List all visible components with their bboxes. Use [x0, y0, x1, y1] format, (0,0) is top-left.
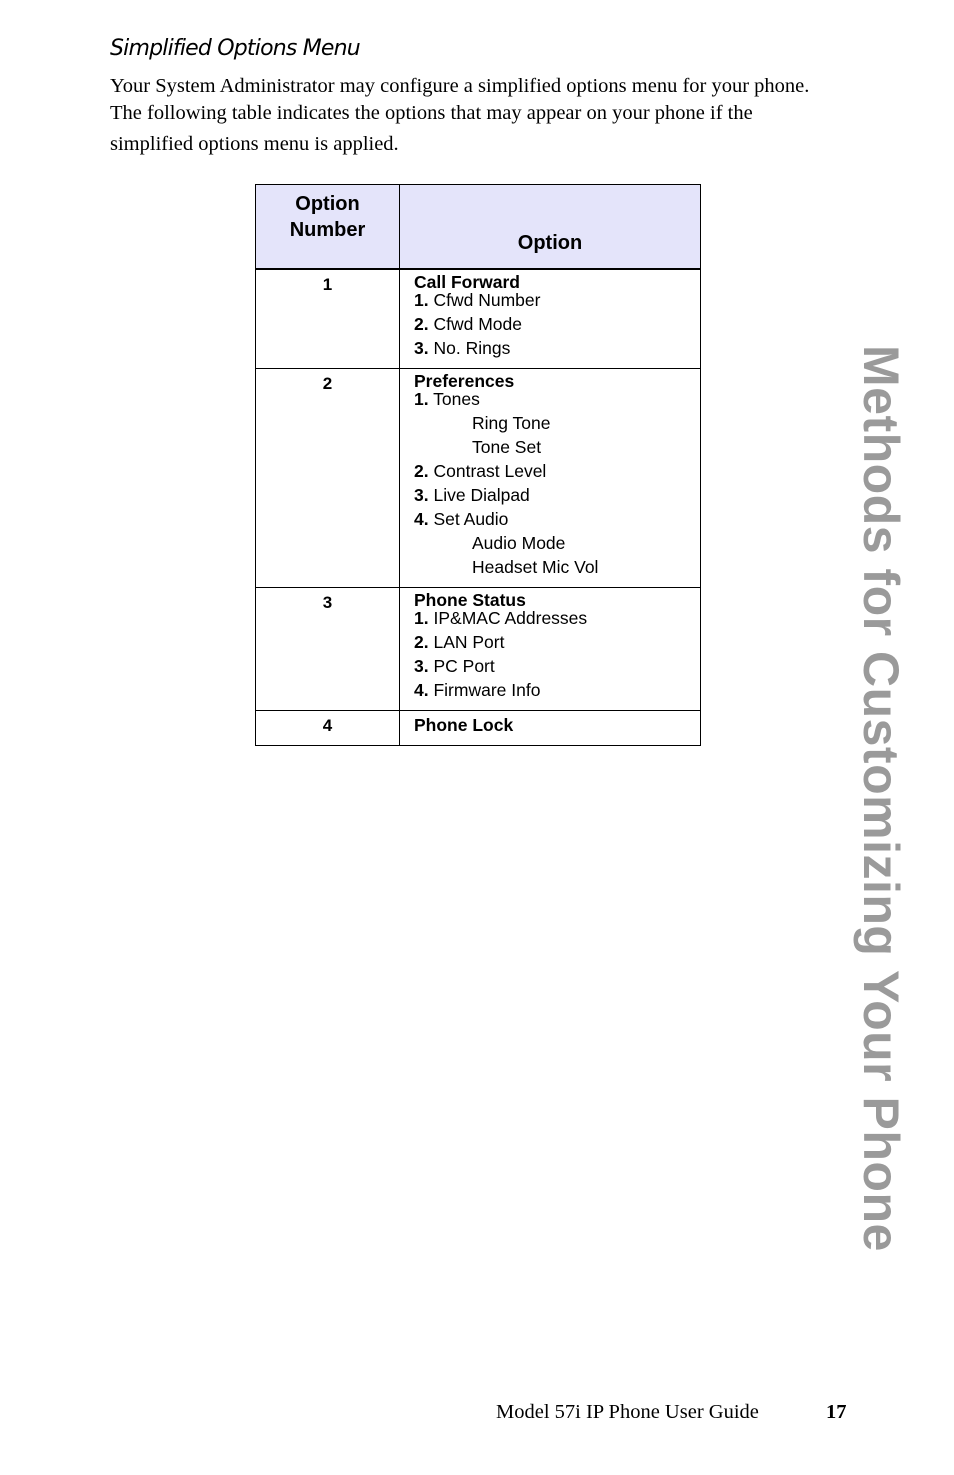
header-option-number: Option Number: [255, 184, 400, 270]
option-number-cell: 2: [255, 368, 400, 588]
option-item-number: 3.: [414, 485, 429, 505]
intro-line-3: simplified options menu is applied.: [110, 133, 399, 155]
side-tab: Methods for Customizing Your Phone: [853, 345, 910, 1355]
option-item-label: Tones: [433, 389, 480, 409]
side-tab-label: Methods for Customizing Your Phone: [853, 345, 909, 1252]
table-row: 3 Phone Status 1. IP&MAC Addresses 2. LAN P…: [255, 587, 701, 711]
option-cell: Phone Status 1. IP&MAC Addresses 2. LAN Po…: [399, 587, 701, 711]
table-header-row: Option Number Option: [255, 184, 701, 270]
option-item: 1. Tones: [414, 390, 686, 408]
option-item-label: IP&MAC Addresses: [433, 608, 588, 628]
table-row: 2 Preferences 1. Tones Ring Tone Tone Set 2. …: [255, 368, 701, 588]
header-option: Option: [399, 184, 701, 270]
option-item-label: Live Dialpad: [433, 485, 530, 505]
intro-line-2: The following table indicates the option…: [110, 102, 753, 124]
option-item-label: Set Audio: [433, 509, 509, 529]
intro-line-1: Your System Administrator may configure …: [110, 75, 810, 97]
option-item-number: 1.: [414, 290, 429, 310]
table-row: 1 Call Forward 1. Cfwd Number 2. Cfwd Mode 3…: [255, 268, 701, 369]
option-item-number: 2.: [414, 632, 429, 652]
option-item-number: 4.: [414, 680, 429, 700]
option-item: 4. Firmware Info: [414, 678, 686, 702]
option-item-label: PC Port: [433, 656, 495, 676]
option-item-number: 3.: [414, 338, 429, 358]
option-subitem: Headset Mic Vol: [472, 557, 599, 577]
option-item: 4. Set Audio: [414, 507, 686, 531]
option-item: 1. IP&MAC Addresses: [414, 609, 686, 627]
option-group-title: Preferences: [414, 371, 515, 391]
option-group-title: Call Forward: [414, 272, 520, 292]
page-number: 17: [826, 1401, 847, 1423]
option-group-title: Phone Status: [414, 590, 526, 610]
table-row: 4 Phone Lock: [255, 710, 701, 746]
option-item: 3. PC Port: [414, 654, 686, 678]
option-item-label: No. Rings: [433, 338, 511, 358]
option-item-number: 4.: [414, 509, 429, 529]
option-number-cell: 4: [255, 710, 400, 746]
option-number-cell: 1: [255, 268, 400, 369]
option-item-number: 2.: [414, 314, 429, 334]
option-item-number: 1.: [414, 608, 429, 628]
option-cell: Preferences 1. Tones Ring Tone Tone Set 2. C…: [399, 368, 701, 588]
option-item: 3. Live Dialpad: [414, 483, 686, 507]
option-item: 2. Cfwd Mode: [414, 312, 686, 336]
options-table: Option Number Option 1 Call Forward 1. Cfw…: [255, 184, 701, 746]
option-item-number: 3.: [414, 656, 429, 676]
option-item: 1. Cfwd Number: [414, 291, 686, 309]
option-item-label: Firmware Info: [433, 680, 541, 700]
option-number-cell: 3: [255, 587, 400, 711]
option-item: 3. No. Rings: [414, 336, 686, 360]
option-item-label: LAN Port: [433, 632, 505, 652]
option-item: 2. LAN Port: [414, 630, 686, 654]
table-body: 1 Call Forward 1. Cfwd Number 2. Cfwd Mode 3…: [255, 268, 701, 746]
option-item-number: 2.: [414, 461, 429, 481]
option-item-number: 1.: [414, 389, 429, 409]
option-subitem: Tone Set: [472, 437, 542, 457]
option-cell: Phone Lock: [399, 710, 701, 746]
section-title: Simplified Options Menu: [110, 36, 361, 61]
option-item-label: Cfwd Mode: [433, 314, 522, 334]
option-item-label: Contrast Level: [433, 461, 547, 481]
option-subitem: Ring Tone: [472, 413, 551, 433]
footer-guide-title: Model 57i IP Phone User Guide: [496, 1401, 759, 1423]
option-item: 2. Contrast Level: [414, 459, 686, 483]
option-group-title: Phone Lock: [414, 715, 514, 735]
option-item-label: Cfwd Number: [433, 290, 541, 310]
intro-paragraph: Your System Administrator may configure …: [110, 73, 870, 158]
option-cell: Call Forward 1. Cfwd Number 2. Cfwd Mode 3.…: [399, 268, 701, 369]
option-subitem: Audio Mode: [472, 533, 566, 553]
